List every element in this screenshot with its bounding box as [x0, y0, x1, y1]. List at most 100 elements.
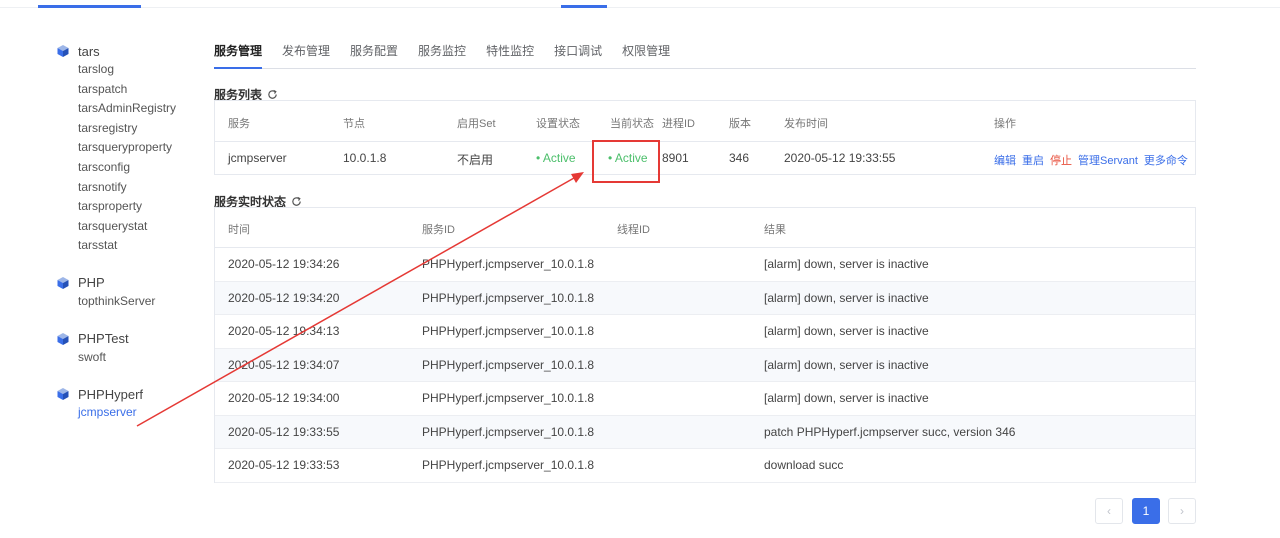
operations-cell: 编辑 重启 停止 管理Servant 更多命令: [994, 152, 1194, 168]
sidebar-item-tarsconfig[interactable]: tarsconfig: [78, 158, 206, 178]
result-cell: [alarm] down, server is inactive: [764, 290, 929, 305]
table-row: 2020-05-12 19:34:26 PHPHyperf.jcmpserver_…: [215, 248, 1195, 282]
tab-4[interactable]: 服务监控: [418, 38, 466, 68]
result-cell: [alarm] down, server is inactive: [764, 324, 929, 338]
result-cell: download succ: [764, 458, 844, 472]
op-link-3[interactable]: 停止: [1050, 155, 1072, 167]
service-id-cell: PHPHyperf.jcmpserver_10.0.1.8: [422, 424, 595, 439]
sidebar-item-tarsstat[interactable]: tarsstat: [78, 236, 206, 256]
time-cell: 2020-05-12 19:33:55: [228, 424, 340, 439]
sidebar-item-tarsadminregistry[interactable]: tarsAdminRegistry: [78, 99, 206, 119]
table-row: 2020-05-12 19:33:53 PHPHyperf.jcmpserver_…: [215, 449, 1195, 483]
pid-cell: 8901: [662, 151, 689, 165]
service-name-cell: jcmpserver: [228, 151, 287, 165]
app-group-php: PHP topthinkServer: [56, 274, 206, 312]
service-id-cell: PHPHyperf.jcmpserver_10.0.1.8: [422, 324, 595, 338]
current-state-cell: • Active: [608, 151, 648, 165]
result-cell: [alarm] down, server is inactive: [764, 357, 929, 372]
time-cell: 2020-05-12 19:34:13: [228, 324, 340, 338]
column-header: 节点: [343, 118, 365, 130]
app-row-phphyperf[interactable]: PHPHyperf: [56, 385, 206, 403]
top-nav-active-underline-center: [561, 5, 607, 8]
service-id-cell: PHPHyperf.jcmpserver_10.0.1.8: [422, 357, 595, 372]
service-id-cell: PHPHyperf.jcmpserver_10.0.1.8: [422, 391, 595, 405]
app-name: PHPHyperf: [78, 386, 144, 402]
sidebar-item-tarsquerystat[interactable]: tarsquerystat: [78, 217, 206, 237]
realtime-status-table: 时间 服务ID 线程ID 结果 2020-05-12 19:34:26 PHPHyper…: [214, 207, 1196, 483]
sidebar-item-tarsproperty[interactable]: tarsproperty: [78, 197, 206, 217]
app-name: PHPTest: [78, 331, 129, 347]
cube-icon: [56, 332, 70, 346]
time-cell: 2020-05-12 19:34:07: [228, 357, 340, 372]
app-row-php[interactable]: PHP: [56, 274, 206, 292]
time-cell: 2020-05-12 19:34:20: [228, 290, 340, 305]
op-link-5[interactable]: 更多命令: [1144, 155, 1188, 167]
column-header: 服务ID: [422, 224, 455, 236]
realtime-status-header-row: 时间 服务ID 线程ID 结果: [215, 208, 1195, 248]
service-tabs: 服务管理 发布管理 服务配置 服务监控 特性监控 接口调试 权限管理: [214, 38, 1196, 69]
tab-2[interactable]: 发布管理: [282, 38, 330, 68]
tab-5[interactable]: 特性监控: [486, 38, 534, 68]
service-id-cell: PHPHyperf.jcmpserver_10.0.1.8: [422, 257, 595, 271]
column-header: 服务: [228, 118, 250, 130]
table-row: 2020-05-12 19:33:55 PHPHyperf.jcmpserver_…: [215, 415, 1195, 449]
tab-3[interactable]: 服务配置: [350, 38, 398, 68]
tab-1[interactable]: 服务管理: [214, 38, 263, 69]
app-group-phphyperf: PHPHyperf jcmpserver: [56, 385, 206, 423]
sidebar-item-tarsqueryproperty[interactable]: tarsqueryproperty: [78, 138, 206, 158]
table-row: 2020-05-12 19:34:20 PHPHyperf.jcmpserver_…: [215, 281, 1195, 315]
service-id-cell: PHPHyperf.jcmpserver_10.0.1.8: [422, 290, 595, 305]
op-link-1[interactable]: 编辑: [994, 155, 1016, 167]
service-list-header-row: 服务 节点 启用Set 设置状态 当前状态 进程ID 版本 发布时间 操作: [215, 101, 1195, 142]
node-cell: 10.0.1.8: [343, 151, 387, 165]
op-link-4[interactable]: 管理Servant: [1078, 155, 1138, 167]
sidebar-item-tarslog[interactable]: tarslog: [78, 60, 206, 80]
sidebar-item-jcmpserver[interactable]: jcmpserver: [78, 403, 206, 423]
column-header: 版本: [729, 118, 751, 130]
next-page-button[interactable]: ›: [1168, 498, 1196, 524]
version-cell: 346: [729, 151, 750, 165]
column-header: 当前状态: [610, 118, 654, 130]
service-list-row: jcmpserver 10.0.1.8 不启用 • Active • Active 890…: [215, 142, 1195, 175]
column-header: 结果: [764, 224, 786, 236]
prev-page-button[interactable]: ‹: [1095, 498, 1123, 524]
setting-state-cell: • Active: [536, 151, 576, 165]
app-server-tree: tars tarslog tarspatch tarsAdminRegistry tar…: [56, 42, 206, 423]
app-name: PHP: [78, 275, 105, 291]
set-cell: 不启用: [457, 153, 494, 167]
refresh-icon[interactable]: [267, 89, 278, 100]
page-number-button[interactable]: 1: [1132, 498, 1160, 524]
top-nav-indicator: [0, 0, 1280, 8]
time-cell: 2020-05-12 19:34:26: [228, 257, 340, 271]
publish-time-cell: 2020-05-12 19:33:55: [784, 151, 896, 165]
app-group-phptest: PHPTest swoft: [56, 330, 206, 368]
column-header: 设置状态: [536, 118, 580, 130]
column-header: 发布时间: [784, 118, 828, 130]
top-nav-active-underline-left: [38, 5, 141, 8]
table-row: 2020-05-12 19:34:00 PHPHyperf.jcmpserver_…: [215, 382, 1195, 416]
time-cell: 2020-05-12 19:34:00: [228, 391, 340, 405]
sidebar-item-topthinkserver[interactable]: topthinkServer: [78, 292, 206, 312]
sidebar-item-tarspatch[interactable]: tarspatch: [78, 80, 206, 100]
column-header: 时间: [228, 224, 250, 236]
sidebar-item-swoft[interactable]: swoft: [78, 348, 206, 368]
cube-icon: [56, 387, 70, 401]
result-cell: patch PHPHyperf.jcmpserver succ, version…: [764, 424, 1016, 439]
refresh-icon[interactable]: [291, 196, 302, 207]
tab-6[interactable]: 接口调试: [554, 38, 602, 68]
column-header: 进程ID: [662, 118, 695, 130]
app-row-tars[interactable]: tars: [56, 42, 206, 60]
service-list-table: 服务 节点 启用Set 设置状态 当前状态 进程ID 版本 发布时间 操作 jcmpserver…: [214, 100, 1196, 175]
service-id-cell: PHPHyperf.jcmpserver_10.0.1.8: [422, 458, 595, 472]
column-header: 线程ID: [617, 224, 650, 236]
result-cell: [alarm] down, server is inactive: [764, 257, 929, 271]
op-link-2[interactable]: 重启: [1022, 155, 1044, 167]
app-row-phptest[interactable]: PHPTest: [56, 330, 206, 348]
cube-icon: [56, 276, 70, 290]
sidebar-item-tarsregistry[interactable]: tarsregistry: [78, 119, 206, 139]
result-cell: [alarm] down, server is inactive: [764, 391, 929, 405]
column-header: 启用Set: [457, 118, 496, 130]
tab-7[interactable]: 权限管理: [622, 38, 670, 68]
sidebar-item-tarsnotify[interactable]: tarsnotify: [78, 178, 206, 198]
app-name: tars: [78, 43, 100, 59]
